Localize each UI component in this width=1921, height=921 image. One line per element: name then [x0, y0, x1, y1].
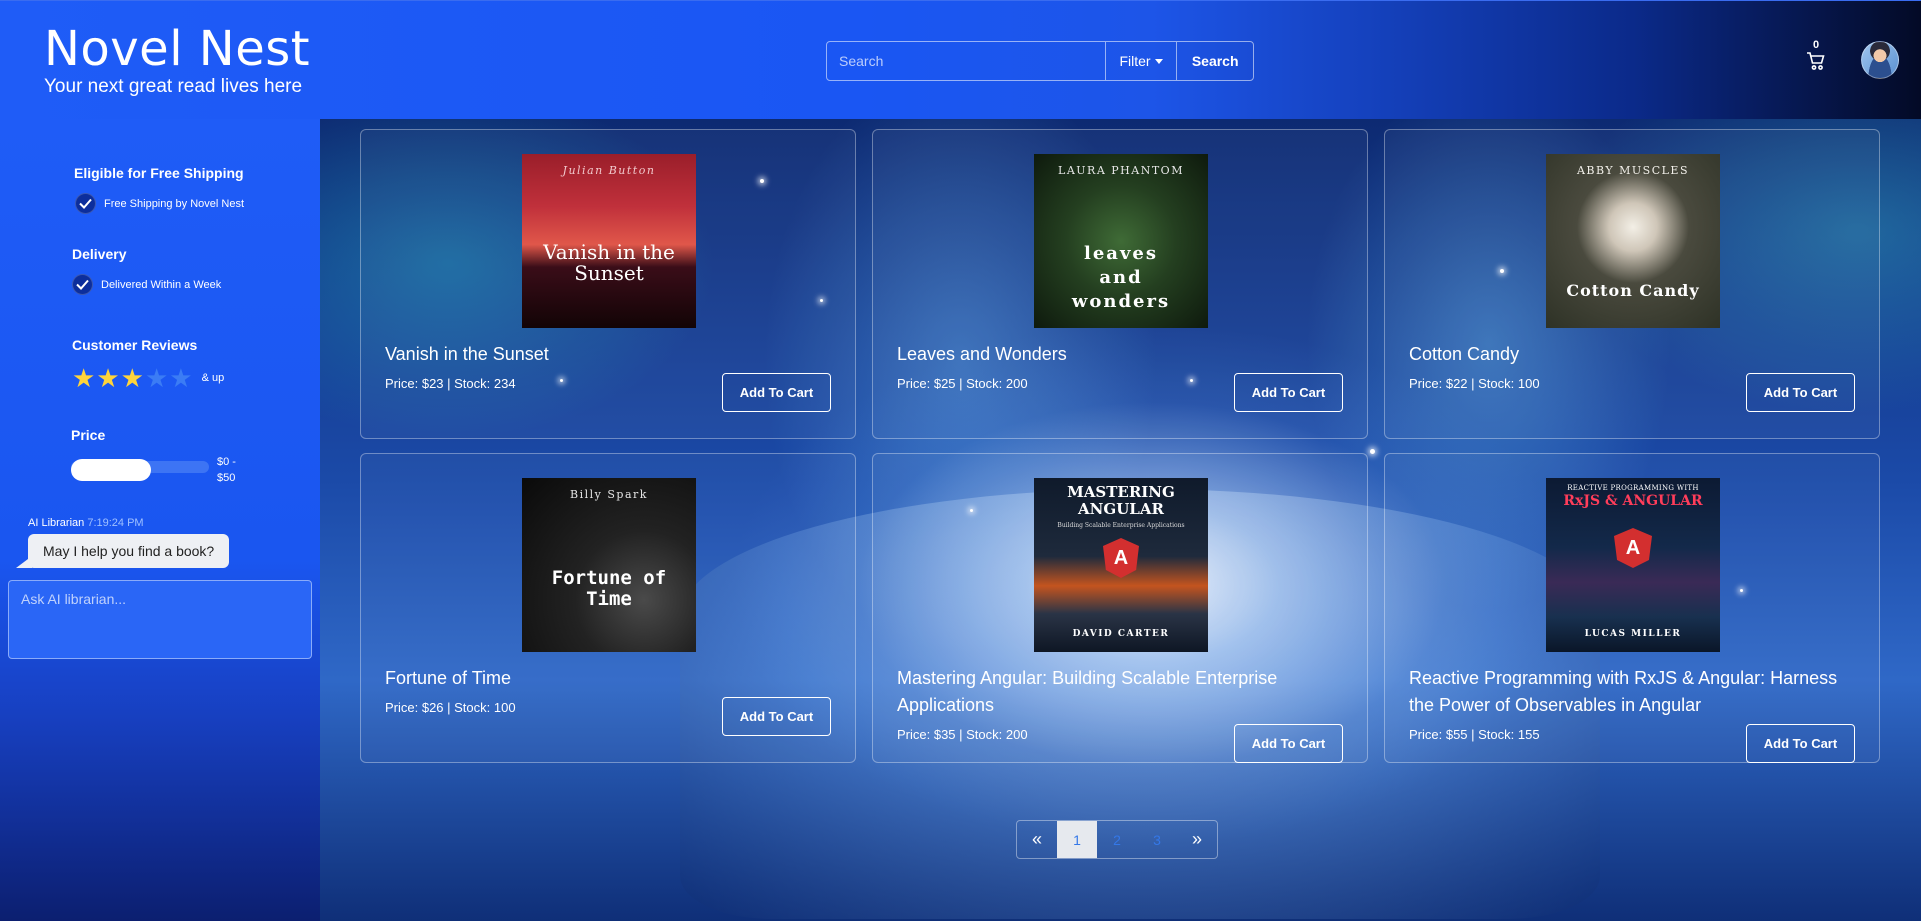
search-input[interactable]: [827, 42, 1105, 80]
price-range-max: $50: [217, 472, 236, 484]
price-range-min: $0 -: [217, 456, 236, 468]
search-button[interactable]: Search: [1176, 42, 1253, 80]
delivery-week-checkbox[interactable]: [72, 274, 93, 295]
chat-message-bubble: May I help you find a book?: [28, 534, 230, 568]
book-cover[interactable]: Julian Button Vanish in the Sunset: [522, 154, 696, 328]
price-range-label: $0 - $50: [217, 454, 257, 486]
book-price-stock: Price: $25 | Stock: 200: [897, 376, 1028, 391]
cover-pretitle: REACTIVE PROGRAMMING WITH: [1567, 484, 1699, 492]
cover-title: Cotton Candy: [1566, 281, 1700, 300]
sparkle: [1370, 449, 1375, 454]
chat-message-meta: AI Librarian 7:19:24 PM: [28, 517, 144, 529]
delivery-week-label: Delivered Within a Week: [101, 278, 222, 291]
book-cover[interactable]: Billy Spark Fortune of Time: [522, 478, 696, 652]
book-card: REACTIVE PROGRAMMING WITH RxJS & ANGULAR…: [1384, 453, 1880, 763]
cover-title: Vanish in the Sunset: [543, 240, 675, 285]
add-to-cart-button[interactable]: Add To Cart: [1234, 724, 1343, 763]
book-title[interactable]: Cotton Candy: [1409, 341, 1859, 368]
chat-sender: AI Librarian: [28, 517, 85, 529]
add-to-cart-button[interactable]: Add To Cart: [1234, 373, 1343, 412]
pagination-page[interactable]: 1: [1057, 821, 1097, 858]
shipping-filter-title: Eligible for Free Shipping: [74, 165, 244, 181]
site-tagline: Your next great read lives here: [44, 76, 303, 97]
free-shipping-checkbox[interactable]: [75, 193, 96, 214]
book-cover[interactable]: LAURA PHANTOM leaves and wonders: [1034, 154, 1208, 328]
book-price-stock: Price: $35 | Stock: 200: [897, 727, 1028, 742]
star-icon[interactable]: ★: [169, 365, 192, 391]
book-card: LAURA PHANTOM leaves and wonders Leaves …: [872, 129, 1368, 439]
book-card: MASTERING ANGULAR Building Scalable Ente…: [872, 453, 1368, 763]
book-card: Billy Spark Fortune of Time Fortune of T…: [360, 453, 856, 763]
add-to-cart-button[interactable]: Add To Cart: [722, 697, 831, 736]
price-slider-handle[interactable]: [71, 459, 151, 481]
cover-author: Billy Spark: [570, 488, 648, 501]
cover-title: leaves and wonders: [1071, 243, 1171, 312]
cart-count-badge: 0: [1813, 39, 1820, 51]
cover-title: Fortune of Time: [551, 567, 667, 610]
search-bar: Filter Search: [826, 41, 1254, 81]
book-price-stock: Price: $55 | Stock: 155: [1409, 727, 1540, 742]
user-avatar[interactable]: [1861, 41, 1899, 79]
book-title[interactable]: Mastering Angular: Building Scalable Ent…: [897, 665, 1347, 719]
caret-down-icon: [1154, 58, 1163, 64]
cover-author: Julian Button: [562, 164, 656, 177]
check-icon: [76, 279, 89, 290]
price-filter-title: Price: [71, 427, 106, 443]
star-icon[interactable]: ★: [121, 365, 144, 391]
cover-author: LUCAS MILLER: [1584, 629, 1682, 639]
book-card: Julian Button Vanish in the Sunset Vanis…: [360, 129, 856, 439]
book-price-stock: Price: $26 | Stock: 100: [385, 700, 516, 715]
filter-label: Filter: [1119, 53, 1151, 69]
book-cover[interactable]: ABBY MUSCLES Cotton Candy: [1546, 154, 1720, 328]
cover-author: LAURA PHANTOM: [1058, 164, 1184, 177]
filter-dropdown-button[interactable]: Filter: [1104, 42, 1177, 80]
add-to-cart-button[interactable]: Add To Cart: [1746, 724, 1855, 763]
book-cover[interactable]: MASTERING ANGULAR Building Scalable Ente…: [1034, 478, 1208, 652]
add-to-cart-button[interactable]: Add To Cart: [722, 373, 831, 412]
book-card: ABBY MUSCLES Cotton Candy Cotton Candy P…: [1384, 129, 1880, 439]
pagination-page[interactable]: 2: [1097, 821, 1137, 858]
book-price-stock: Price: $23 | Stock: 234: [385, 376, 516, 391]
chat-timestamp: 7:19:24 PM: [87, 517, 144, 529]
book-title[interactable]: Reactive Programming with RxJS & Angular…: [1409, 665, 1859, 719]
rating-and-up-label: & up: [201, 372, 225, 384]
pagination-next[interactable]: »: [1177, 821, 1217, 858]
reviews-filter-title: Customer Reviews: [72, 337, 198, 353]
angular-logo-icon: A: [1614, 528, 1652, 568]
book-title[interactable]: Leaves and Wonders: [897, 341, 1347, 368]
book-title[interactable]: Vanish in the Sunset: [385, 341, 835, 368]
cover-author: DAVID CARTER: [1072, 629, 1170, 639]
star-icon[interactable]: ★: [145, 365, 168, 391]
star-icon[interactable]: ★: [96, 365, 119, 391]
pagination-prev[interactable]: «: [1017, 821, 1057, 858]
ai-librarian-input[interactable]: [8, 580, 312, 659]
cart-button[interactable]: 0: [1805, 39, 1829, 73]
angular-logo-icon: A: [1103, 538, 1139, 578]
pagination-page[interactable]: 3: [1137, 821, 1177, 858]
cover-subtitle: Building Scalable Enterprise Application…: [1057, 522, 1185, 529]
cover-author: ABBY MUSCLES: [1576, 164, 1690, 177]
free-shipping-label: Free Shipping by Novel Nest: [104, 197, 245, 210]
cover-title: MASTERING ANGULAR: [1067, 483, 1175, 518]
book-price-stock: Price: $22 | Stock: 100: [1409, 376, 1540, 391]
delivery-filter-title: Delivery: [72, 246, 127, 262]
check-icon: [79, 198, 92, 209]
delivery-week-option[interactable]: Delivered Within a Week: [72, 274, 221, 295]
cover-title: RxJS & ANGULAR: [1563, 493, 1703, 509]
site-title[interactable]: Novel Nest: [44, 21, 310, 77]
cart-icon: [1807, 52, 1825, 70]
book-cover[interactable]: REACTIVE PROGRAMMING WITH RxJS & ANGULAR…: [1546, 478, 1720, 652]
rating-filter[interactable]: ★ ★ ★ ★ ★ & up: [72, 365, 224, 391]
pagination: « 1 2 3 »: [1016, 820, 1218, 859]
free-shipping-option[interactable]: Free Shipping by Novel Nest: [75, 193, 244, 214]
add-to-cart-button[interactable]: Add To Cart: [1746, 373, 1855, 412]
header: Novel Nest Your next great read lives he…: [0, 0, 1921, 119]
book-title[interactable]: Fortune of Time: [385, 665, 835, 692]
star-icon[interactable]: ★: [72, 365, 95, 391]
